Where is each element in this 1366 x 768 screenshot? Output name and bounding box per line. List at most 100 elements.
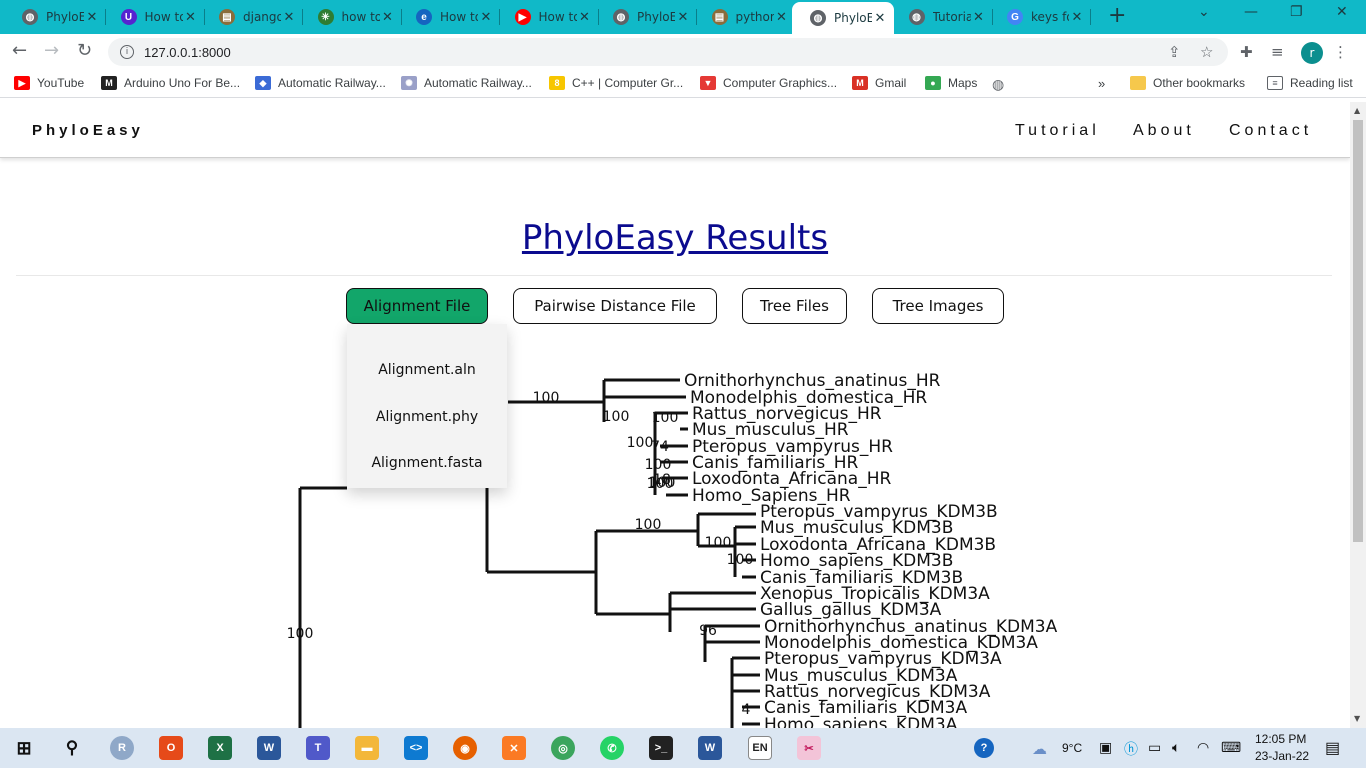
terminal-icon[interactable]: >_ (649, 736, 673, 760)
share-icon[interactable]: ⇪ (1168, 43, 1181, 61)
excel-icon[interactable]: X (208, 736, 232, 760)
minimize-icon[interactable]: — (1244, 4, 1258, 20)
bookmark-item[interactable]: M Gmail (852, 76, 906, 90)
xampp-icon[interactable]: ✕ (502, 736, 526, 760)
browser-tab[interactable]: ◍ PhyloE ✕ (595, 4, 697, 30)
url-text[interactable]: 127.0.0.1:8000 (144, 45, 231, 60)
weather-temp[interactable]: 9°C (1062, 741, 1082, 755)
browser-tab[interactable]: ◍ PhyloE ✕ (792, 2, 894, 34)
whatsapp-icon[interactable]: ✆ (600, 736, 624, 760)
page-title[interactable]: PhyloEasy Results (0, 218, 1350, 258)
browser-tab[interactable]: Gkeys fo✕ (989, 4, 1091, 30)
globe-icon: ◍ (22, 9, 38, 25)
clock-date[interactable]: 23-Jan-22 (1255, 749, 1309, 763)
office-icon[interactable]: O (159, 736, 183, 760)
tab-search-icon[interactable]: ⌄ (1198, 4, 1210, 20)
tree-support-value: 100 (627, 435, 654, 451)
media-control-icon[interactable]: ≡ (1271, 43, 1284, 61)
other-bookmarks[interactable]: Other bookmarks (1130, 76, 1245, 90)
browser-tab[interactable]: ▤ python ✕ (694, 4, 796, 30)
hp-icon[interactable]: ⓗ (1124, 739, 1138, 759)
close-tab-icon[interactable]: ✕ (478, 10, 494, 25)
close-tab-icon[interactable]: ✕ (1069, 10, 1085, 25)
tree-files-button[interactable]: Tree Files (742, 288, 847, 324)
globe-icon[interactable]: ◍ (992, 76, 1004, 93)
address-bar[interactable]: i 127.0.0.1:8000 (108, 38, 1228, 66)
tab-title: How to (144, 10, 183, 24)
chrome-icon[interactable]: ◎ (551, 736, 575, 760)
reload-icon[interactable]: ↻ (77, 40, 92, 61)
word-icon[interactable]: W (257, 736, 281, 760)
keyboard-icon[interactable]: ⌨ (1221, 739, 1241, 756)
close-window-icon[interactable]: ✕ (1336, 4, 1348, 20)
clock-time[interactable]: 12:05 PM (1255, 732, 1306, 746)
file-explorer-icon[interactable]: ▬ (355, 736, 379, 760)
close-tab-icon[interactable]: ✕ (675, 10, 691, 25)
extensions-icon[interactable]: ✚ (1240, 43, 1253, 61)
bookmark-item[interactable]: ▶ YouTube (14, 76, 84, 90)
scroll-down-icon[interactable]: ▼ (1354, 714, 1360, 723)
close-tab-icon[interactable]: ✕ (971, 10, 987, 25)
reading-list[interactable]: ≡ Reading list (1267, 76, 1353, 90)
teams-icon[interactable]: T (306, 736, 330, 760)
notifications-icon[interactable]: ▤ (1325, 738, 1340, 758)
bookmark-item[interactable]: 8 C++ | Computer Gr... (549, 76, 683, 90)
volume-icon[interactable]: 🔈︎ (1172, 739, 1180, 756)
help-icon[interactable]: ? (974, 738, 994, 758)
restore-icon[interactable]: ❐ (1290, 4, 1303, 20)
word-document-icon[interactable]: W (698, 736, 722, 760)
more-bookmarks-icon[interactable]: » (1098, 76, 1105, 91)
browser-tab[interactable]: ▤ django ✕ (201, 4, 303, 30)
browser-tab[interactable]: ✳ how to ✕ (300, 4, 402, 30)
browser-tab[interactable]: ◍ Tutoria ✕ (891, 4, 993, 30)
menu-icon[interactable]: ⋮ (1333, 43, 1348, 61)
snipping-tool-icon[interactable]: ✂ (797, 736, 821, 760)
nav-about[interactable]: About (1133, 122, 1195, 140)
page-scrollbar[interactable]: ▲ ▼ (1350, 102, 1366, 728)
bookmark-item[interactable]: ◆ Automatic Railway... (255, 76, 386, 90)
weather-icon[interactable]: ☁ (1032, 740, 1047, 758)
close-tab-icon[interactable]: ✕ (281, 10, 297, 25)
dropdown-item-phy[interactable]: Alignment.phy (347, 409, 507, 425)
close-tab-icon[interactable]: ✕ (872, 11, 888, 26)
bookmark-item[interactable]: ● Maps (925, 76, 977, 90)
dropdown-item-fasta[interactable]: Alignment.fasta (347, 455, 507, 471)
nav-tutorial[interactable]: Tutorial (1015, 122, 1100, 140)
network-icon[interactable]: ▣ (1099, 739, 1112, 756)
browser-tab[interactable]: ▶ How to ✕ (497, 4, 599, 30)
firefox-icon[interactable]: ◉ (453, 736, 477, 760)
search-icon[interactable]: ⚲ (60, 736, 84, 760)
dropdown-item-aln[interactable]: Alignment.aln (347, 362, 507, 378)
site-info-icon[interactable]: i (120, 45, 134, 59)
bookmark-item[interactable]: M Arduino Uno For Be... (101, 76, 240, 90)
browser-tab[interactable]: ◍ PhyloE ✕ (4, 4, 106, 30)
back-icon[interactable]: ← (12, 40, 27, 61)
profile-avatar[interactable]: r (1301, 42, 1323, 64)
pairwise-distance-file-button[interactable]: Pairwise Distance File (513, 288, 717, 324)
close-tab-icon[interactable]: ✕ (183, 10, 199, 25)
browser-tab[interactable]: U How to ✕ (103, 4, 205, 30)
bookmark-star-icon[interactable]: ☆ (1200, 43, 1213, 61)
site-brand[interactable]: PhyloEasy (32, 122, 144, 139)
browser-tab[interactable]: e How to ✕ (398, 4, 500, 30)
battery-icon[interactable]: ▭ (1148, 739, 1161, 756)
new-tab-button[interactable]: + (1108, 5, 1126, 27)
language-icon[interactable]: EN (748, 736, 772, 760)
forward-icon[interactable]: → (44, 40, 59, 61)
close-tab-icon[interactable]: ✕ (577, 10, 593, 25)
r-app-icon[interactable]: R (110, 736, 134, 760)
windows-start-icon[interactable]: ⊞ (12, 736, 36, 760)
vscode-icon[interactable]: <> (404, 736, 428, 760)
scroll-up-icon[interactable]: ▲ (1354, 106, 1360, 115)
close-tab-icon[interactable]: ✕ (774, 10, 790, 25)
close-tab-icon[interactable]: ✕ (380, 10, 396, 25)
alignment-file-button[interactable]: Alignment File (346, 288, 488, 324)
tree-images-button[interactable]: Tree Images (872, 288, 1004, 324)
nav-contact[interactable]: Contact (1229, 122, 1312, 140)
close-tab-icon[interactable]: ✕ (84, 10, 100, 25)
wifi-icon[interactable]: ◠ (1197, 739, 1209, 756)
bookmark-item[interactable]: ✺ Automatic Railway... (401, 76, 532, 90)
tree-support-value: 18 (653, 472, 671, 488)
bookmark-item[interactable]: ▼ Computer Graphics... (700, 76, 837, 90)
scrollbar-thumb[interactable] (1353, 120, 1363, 542)
